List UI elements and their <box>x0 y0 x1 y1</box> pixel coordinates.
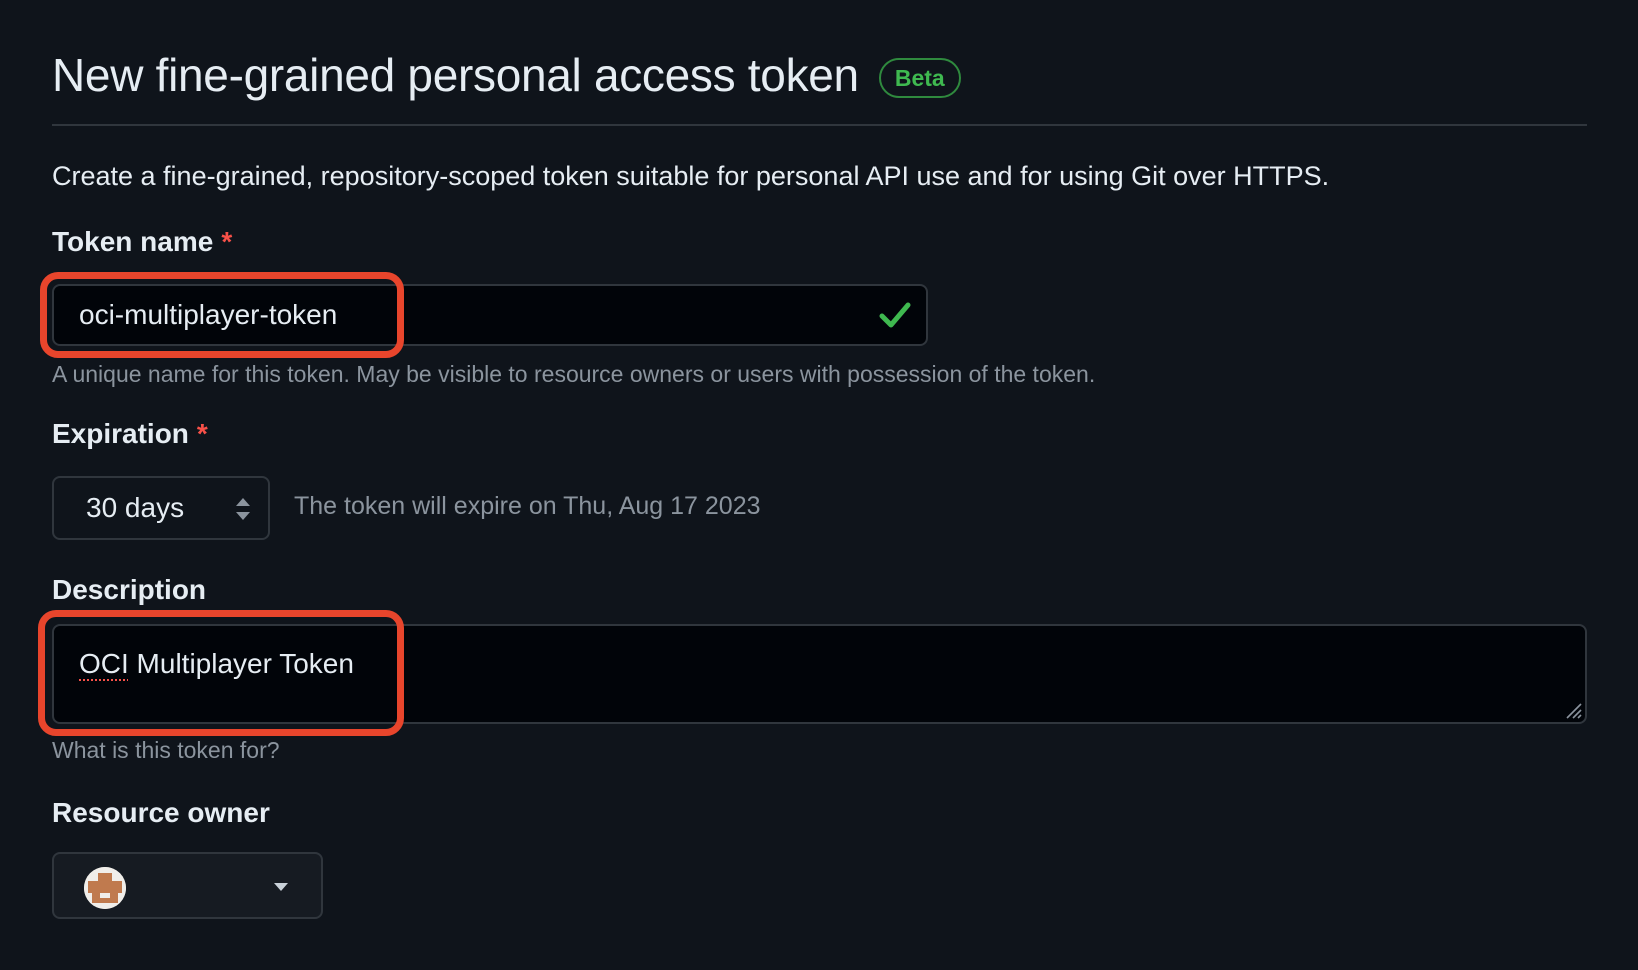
beta-badge: Beta <box>878 58 961 98</box>
token-name-input[interactable]: oci-multiplayer-token <box>52 284 928 346</box>
required-marker: * <box>221 226 233 257</box>
description-textarea[interactable]: OCI Multiplayer Token <box>52 624 1587 724</box>
avatar-identicon <box>84 867 126 909</box>
check-icon <box>879 302 911 328</box>
token-name-label: Token name * <box>52 226 232 258</box>
sort-updown-icon <box>236 498 250 520</box>
expiration-note: The token will expire on Thu, Aug 17 202… <box>294 492 761 520</box>
expiration-label-text: Expiration <box>52 418 189 449</box>
token-name-value: oci-multiplayer-token <box>79 299 338 330</box>
caret-down-icon <box>274 883 288 891</box>
page: New fine-grained personal access token B… <box>0 0 1638 970</box>
header-divider <box>52 124 1587 126</box>
intro-text: Create a fine-grained, repository-scoped… <box>52 161 1330 191</box>
description-hint: What is this token for? <box>52 737 280 763</box>
expiration-select[interactable]: 30 days <box>52 476 270 540</box>
required-marker: * <box>196 418 208 449</box>
avatar <box>84 867 126 909</box>
description-value-misspelled: OCI <box>79 648 129 679</box>
resource-owner-label: Resource owner <box>52 797 270 828</box>
resize-handle-icon[interactable] <box>1561 698 1583 720</box>
token-name-label-text: Token name <box>52 226 214 257</box>
description-value-rest: Multiplayer Token <box>128 648 354 679</box>
page-title: New fine-grained personal access token <box>52 49 859 101</box>
resource-owner-select[interactable] <box>52 852 323 919</box>
title-row: New fine-grained personal access token B… <box>52 42 961 108</box>
expiration-selected-value: 30 days <box>86 492 185 523</box>
description-label: Description <box>52 574 207 605</box>
expiration-label: Expiration * <box>52 418 208 450</box>
token-name-hint: A unique name for this token. May be vis… <box>52 361 1096 387</box>
